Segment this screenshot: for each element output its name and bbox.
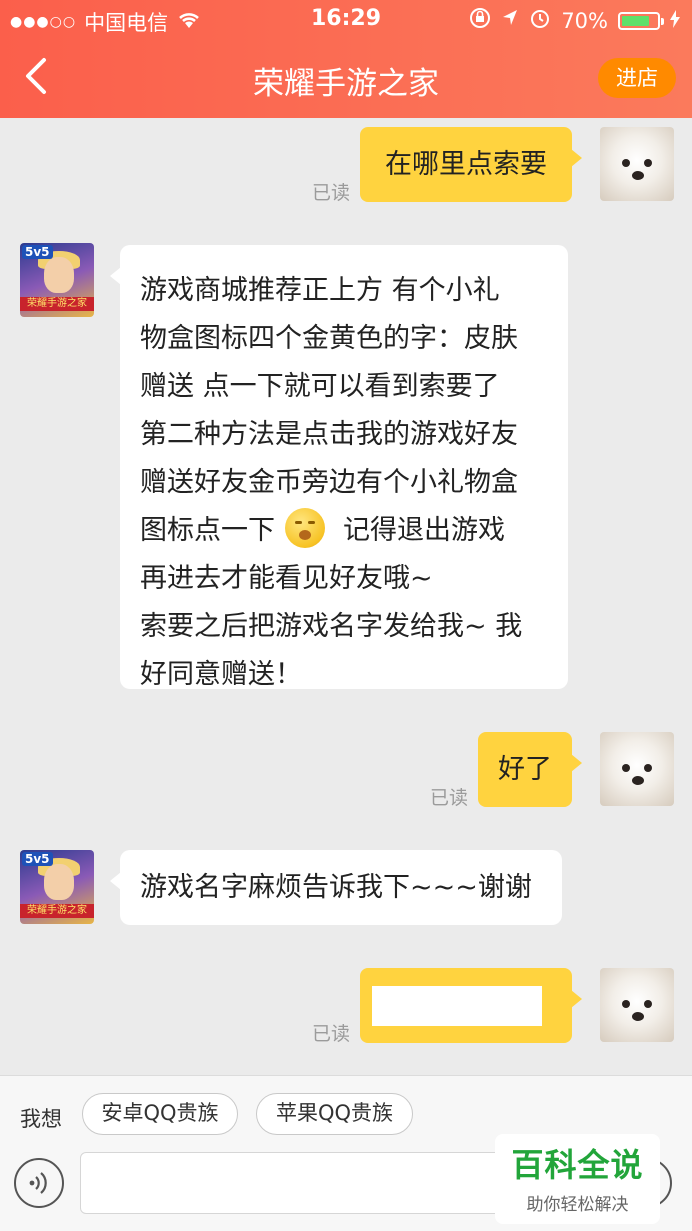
message-bubble-out[interactable] <box>360 968 582 1043</box>
avatar[interactable] <box>600 968 674 1042</box>
battery-percent: 70% <box>561 8 608 33</box>
message-bubble-out[interactable]: 在哪里点索要 <box>360 127 582 202</box>
watermark-logo: 百科全说 助你轻松解决 <box>495 1134 660 1224</box>
avatar-tag: 5v5 <box>22 245 53 259</box>
voice-icon[interactable] <box>14 1158 64 1208</box>
message-line: 第二种方法是点击我的游戏好友 <box>140 419 518 450</box>
message-text: 游戏名字麻烦告诉我下~~~谢谢 <box>140 872 532 903</box>
alarm-icon <box>529 7 551 34</box>
enter-shop-button[interactable]: 进店 <box>598 58 676 98</box>
message-line: 物盒图标四个金黄色的字：皮肤 <box>140 323 518 354</box>
quick-reply-apple-qq[interactable]: 苹果QQ贵族 <box>256 1093 413 1135</box>
redacted-text <box>372 986 542 1026</box>
message-line: 赠送 点一下就可以看到索要了 <box>140 371 500 402</box>
watermark-subtitle: 助你轻松解决 <box>526 1195 629 1215</box>
message-line: 好同意赠送！ <box>140 659 302 690</box>
page-title: 荣耀手游之家 <box>253 66 439 102</box>
location-icon <box>501 8 519 33</box>
read-receipt: 已读 <box>312 182 351 204</box>
shop-avatar[interactable]: 5v5 荣耀手游之家 <box>20 243 94 317</box>
message-bubble-in[interactable]: 游戏名字麻烦告诉我下~~~谢谢 <box>110 850 562 925</box>
read-receipt: 已读 <box>430 787 469 809</box>
input-bar: 我想 安卓QQ贵族 苹果QQ贵族 + 百科全说 助你轻松解决 <box>0 1075 692 1231</box>
message-text: 在哪里点索要 <box>385 149 547 180</box>
rotation-lock-icon <box>469 7 491 34</box>
avatar[interactable] <box>600 127 674 201</box>
top-bar: ●●●○○ 中国电信 16:29 70% 荣耀手游之家 进店 <box>0 0 692 118</box>
message-bubble-in[interactable]: 游戏商城推荐正上方 有个小礼 物盒图标四个金黄色的字：皮肤 赠送 点一下就可以看到索… <box>110 245 568 690</box>
message-text: 好了 <box>498 754 552 785</box>
yawning-face-emoji <box>285 508 325 548</box>
quick-reply-label: 我想 <box>20 1107 62 1131</box>
battery-icon <box>618 11 664 30</box>
avatar-tag: 5v5 <box>22 852 53 866</box>
avatar-ribbon: 荣耀手游之家 <box>20 297 94 311</box>
message-line: 再进去才能看见好友哦~ <box>140 563 433 594</box>
message-input[interactable] <box>80 1152 560 1214</box>
shop-avatar[interactable]: 5v5 荣耀手游之家 <box>20 850 94 924</box>
quick-reply-android-qq[interactable]: 安卓QQ贵族 <box>82 1093 238 1135</box>
status-bar: ●●●○○ 中国电信 16:29 70% <box>0 0 692 38</box>
watermark-title: 百科全说 <box>511 1146 644 1184</box>
message-line: 赠送好友金币旁边有个小礼物盒 <box>140 467 518 498</box>
charging-icon <box>670 9 680 33</box>
message-line-with-emoji: 图标点一下 记得退出游戏 <box>140 507 550 555</box>
read-receipt: 已读 <box>312 1023 351 1045</box>
nav-bar: 荣耀手游之家 进店 <box>0 38 692 118</box>
message-text: 记得退出游戏 <box>343 515 505 546</box>
message-line: 索要之后把游戏名字发给我~ 我 <box>140 611 523 642</box>
message-bubble-out[interactable]: 好了 <box>478 732 582 807</box>
message-text: 图标点一下 <box>140 515 275 546</box>
avatar[interactable] <box>600 732 674 806</box>
message-line: 游戏商城推荐正上方 有个小礼 <box>140 275 500 306</box>
avatar-ribbon: 荣耀手游之家 <box>20 904 94 918</box>
